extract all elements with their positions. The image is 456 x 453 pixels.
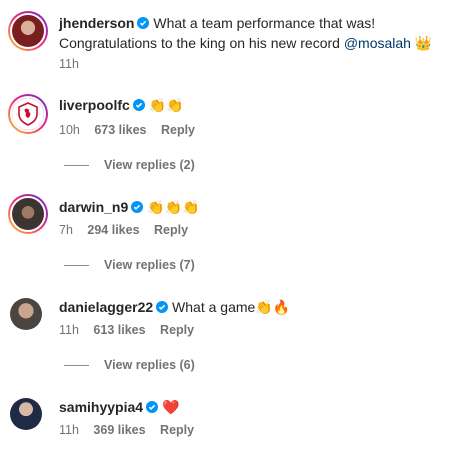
red-heart-emoji: ❤️: [161, 400, 180, 416]
comment-meta: 11h: [59, 57, 90, 71]
comment-meta: 11h 369 likes Reply: [59, 423, 205, 437]
timestamp[interactable]: 11h: [59, 423, 79, 437]
replies-divider: [64, 264, 89, 266]
mention-link[interactable]: @mosalah: [344, 35, 411, 51]
replies-divider: [64, 164, 89, 166]
comment-samihyypia4: samihyypia4 ❤️: [59, 396, 179, 419]
timestamp[interactable]: 11h: [59, 323, 79, 337]
comment-text-line2: Congratulations to the king on his new r…: [59, 35, 340, 51]
username[interactable]: samihyypia4: [59, 399, 143, 415]
username[interactable]: liverpoolfc: [59, 97, 130, 113]
likes-count[interactable]: 613 likes: [93, 323, 145, 337]
verified-badge-icon: [137, 17, 150, 29]
view-replies-label: View replies (2): [104, 158, 195, 172]
clapping-emoji: 👏👏: [148, 98, 184, 114]
replies-divider: [64, 364, 89, 366]
liverbird-logo-icon: [12, 98, 44, 130]
avatar-darwin-n9[interactable]: [8, 194, 48, 234]
username[interactable]: jhenderson: [59, 15, 134, 31]
profile-photo: [12, 15, 44, 47]
comment-text-continued: Congratulations to the king on his new r…: [59, 32, 432, 55]
verified-badge-icon: [132, 99, 145, 111]
view-replies-button[interactable]: View replies (7): [64, 258, 195, 272]
crown-emoji: 👑: [414, 36, 433, 52]
username[interactable]: darwin_n9: [59, 199, 128, 215]
timestamp[interactable]: 11h: [59, 57, 79, 71]
avatar-samihyypia4[interactable]: [10, 398, 42, 430]
clap-fire-emoji: 👏🔥: [255, 300, 291, 316]
view-replies-button[interactable]: View replies (2): [64, 158, 195, 172]
verified-badge-icon: [131, 201, 144, 213]
comment-text: What a team performance that was!: [153, 15, 376, 31]
username[interactable]: danielagger22: [59, 299, 153, 315]
comment-liverpoolfc: liverpoolfc 👏👏: [59, 94, 184, 117]
comment-darwin-n9: darwin_n9 👏👏👏: [59, 196, 199, 219]
likes-count[interactable]: 294 likes: [87, 223, 139, 237]
view-replies-button[interactable]: View replies (6): [64, 358, 195, 372]
verified-badge-icon: [146, 401, 159, 413]
comment-meta: 11h 613 likes Reply: [59, 323, 205, 337]
view-replies-label: View replies (7): [104, 258, 195, 272]
avatar-danielagger22[interactable]: [10, 298, 42, 330]
likes-count[interactable]: 673 likes: [94, 123, 146, 137]
comment-meta: 10h 673 likes Reply: [59, 123, 206, 137]
comment-danielagger22: danielagger22 What a game👏🔥: [59, 296, 290, 319]
avatar-jhenderson[interactable]: [8, 11, 48, 51]
reply-button[interactable]: Reply: [161, 123, 195, 137]
profile-photo: [12, 198, 44, 230]
reply-button[interactable]: Reply: [160, 323, 194, 337]
comment-text: What a game: [172, 299, 256, 315]
timestamp[interactable]: 10h: [59, 123, 80, 137]
avatar-liverpoolfc[interactable]: [8, 94, 48, 134]
reply-button[interactable]: Reply: [154, 223, 188, 237]
comment-meta: 7h 294 likes Reply: [59, 223, 199, 237]
comment-jhenderson: jhenderson What a team performance that …: [59, 12, 375, 34]
reply-button[interactable]: Reply: [160, 423, 194, 437]
view-replies-label: View replies (6): [104, 358, 195, 372]
clapping-emoji: 👏👏👏: [147, 200, 200, 216]
verified-badge-icon: [156, 301, 169, 313]
likes-count[interactable]: 369 likes: [93, 423, 145, 437]
timestamp[interactable]: 7h: [59, 223, 73, 237]
